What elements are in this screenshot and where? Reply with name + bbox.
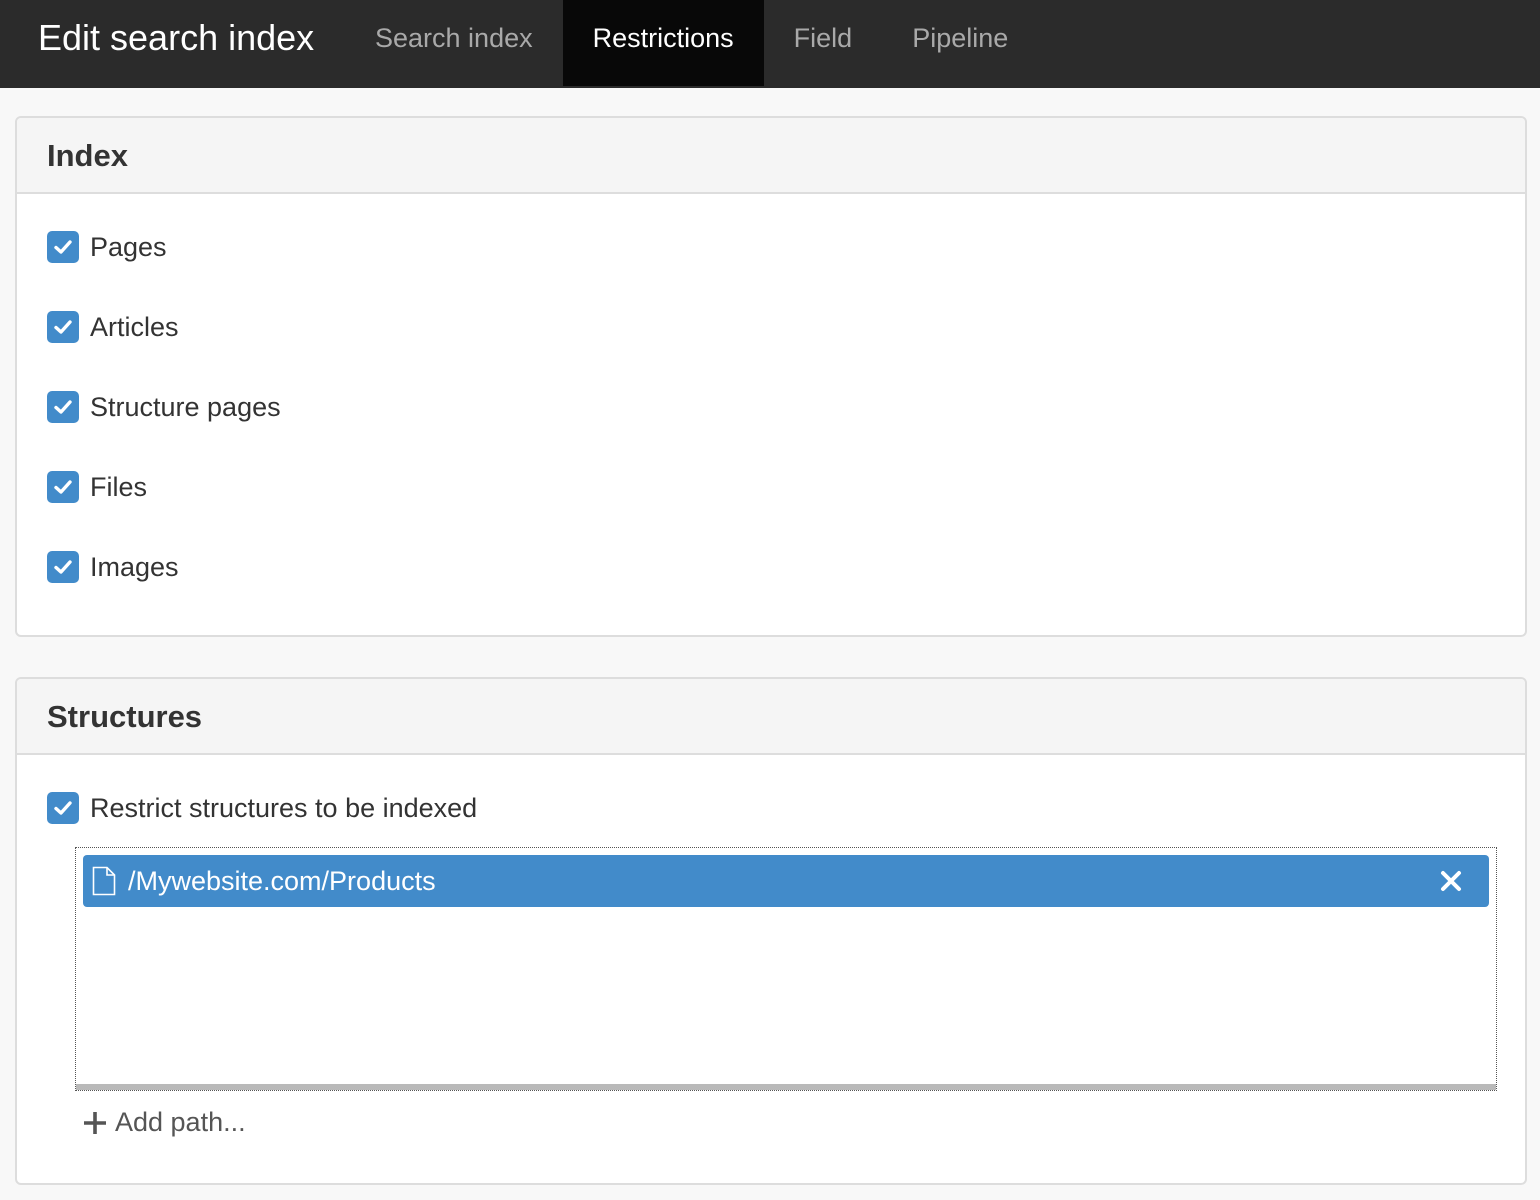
check-icon <box>54 320 72 334</box>
path-item-label: /Mywebsite.com/Products <box>128 865 436 896</box>
check-icon <box>54 240 72 254</box>
path-list[interactable]: /Mywebsite.com/Products <box>75 847 1497 1091</box>
files-checkbox[interactable] <box>47 471 79 503</box>
structures-panel: Structures Restrict structures to be ind… <box>15 677 1527 1185</box>
restrict-structures-checkbox[interactable] <box>47 792 79 824</box>
check-icon <box>54 480 72 494</box>
structures-panel-title: Structures <box>17 679 1525 755</box>
page-title: Edit search index <box>38 17 315 58</box>
option-images: Images <box>47 550 179 584</box>
add-path-label: Add path... <box>115 1107 246 1137</box>
close-icon[interactable] <box>1435 865 1467 897</box>
restrict-structures-label: Restrict structures to be indexed <box>90 792 478 823</box>
index-panel-title: Index <box>17 118 1525 194</box>
files-label: Files <box>90 471 148 502</box>
add-path-button[interactable]: Add path... <box>83 1107 246 1138</box>
tab-pipeline[interactable]: Pipeline <box>882 0 1038 88</box>
check-icon <box>54 400 72 414</box>
pages-label: Pages <box>90 231 167 262</box>
file-icon <box>92 866 116 896</box>
option-structure-pages: Structure pages <box>47 390 281 424</box>
index-panel: Index Pages Articles Structure pages Fil… <box>15 116 1527 637</box>
pages-checkbox[interactable] <box>47 231 79 263</box>
images-checkbox[interactable] <box>47 551 79 583</box>
top-navbar: Edit search index Search index Restricti… <box>0 0 1540 88</box>
option-pages: Pages <box>47 230 167 264</box>
structure-pages-label: Structure pages <box>90 391 281 422</box>
plus-icon <box>84 1111 106 1134</box>
option-articles: Articles <box>47 310 179 344</box>
check-icon <box>54 801 72 815</box>
option-files: Files <box>47 470 147 504</box>
articles-label: Articles <box>90 311 179 342</box>
articles-checkbox[interactable] <box>47 311 79 343</box>
path-item[interactable]: /Mywebsite.com/Products <box>83 855 1489 907</box>
tab-search-index[interactable]: Search index <box>345 0 563 88</box>
option-restrict-structures: Restrict structures to be indexed <box>47 791 477 825</box>
images-label: Images <box>90 551 179 582</box>
tab-restrictions[interactable]: Restrictions <box>562 0 764 86</box>
tab-field[interactable]: Field <box>764 0 883 88</box>
structure-pages-checkbox[interactable] <box>47 391 79 423</box>
check-icon <box>54 560 72 574</box>
